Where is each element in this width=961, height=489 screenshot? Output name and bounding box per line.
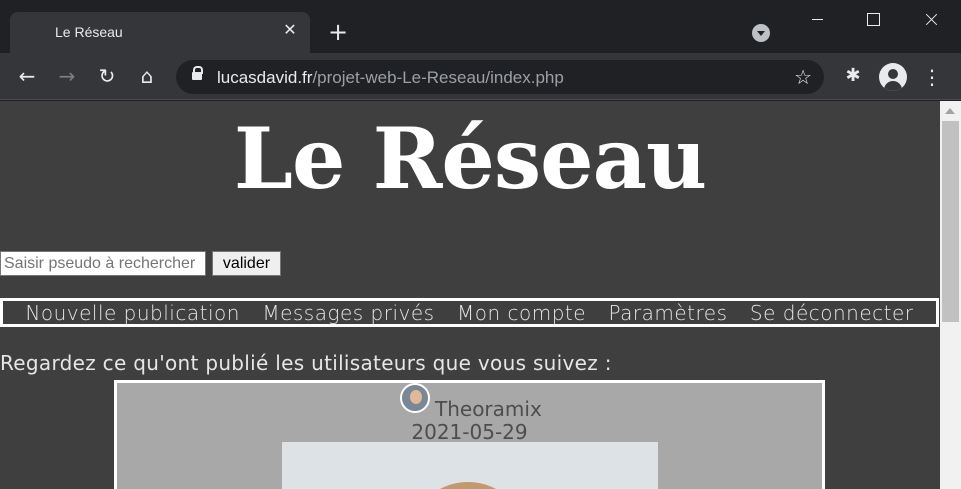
vertical-scrollbar[interactable]: [940, 101, 961, 489]
nav-new-publication[interactable]: Nouvelle publication: [25, 301, 240, 325]
post-date: 2021-05-29: [411, 420, 528, 444]
lock-icon[interactable]: [192, 66, 203, 80]
close-window-button[interactable]: [908, 6, 954, 34]
maximize-button[interactable]: [850, 6, 896, 34]
nav-my-account[interactable]: Mon compte: [457, 301, 586, 325]
feed-intro-text: Regardez ce qu'ont publié les utilisateu…: [0, 351, 612, 375]
scroll-up-arrow-icon[interactable]: [945, 108, 955, 114]
address-bar[interactable]: lucasdavid.fr/projet-web-Le-Reseau/index…: [176, 60, 824, 94]
tab-search-icon[interactable]: [752, 24, 770, 42]
new-tab-button[interactable]: +: [324, 18, 352, 46]
post-card: Theoramix 2021-05-29: [114, 380, 825, 489]
post-image: [282, 442, 658, 489]
url-host: lucasdavid.fr: [217, 68, 313, 87]
post-author[interactable]: Theoramix: [435, 397, 542, 421]
author-avatar[interactable]: [400, 383, 430, 413]
main-nav: Nouvelle publication Messages privés Mon…: [0, 298, 939, 327]
search-submit-button[interactable]: valider: [212, 251, 281, 276]
kebab-menu-icon[interactable]: ⋮: [922, 64, 942, 90]
home-icon[interactable]: ⌂: [134, 63, 160, 89]
forward-arrow-icon[interactable]: →: [54, 63, 80, 89]
profile-avatar-icon[interactable]: [879, 63, 907, 91]
page-content: Le Réseau valider Nouvelle publication M…: [0, 101, 940, 489]
nav-logout[interactable]: Se déconnecter: [750, 301, 914, 325]
nav-private-messages[interactable]: Messages privés: [262, 301, 434, 325]
scroll-thumb[interactable]: [942, 121, 959, 322]
tab-title: Le Réseau: [55, 24, 123, 40]
minimize-button[interactable]: [795, 6, 841, 34]
bookmark-star-icon[interactable]: ☆: [794, 65, 812, 89]
reload-icon[interactable]: ↻: [94, 63, 120, 89]
site-title: Le Réseau: [233, 109, 707, 208]
nav-settings[interactable]: Paramètres: [608, 301, 727, 325]
extensions-puzzle-icon[interactable]: ✱: [840, 63, 866, 89]
title-bar: Le Réseau ✕ +: [0, 0, 961, 53]
back-arrow-icon[interactable]: ←: [14, 63, 40, 89]
browser-toolbar: ← → ↻ ⌂ lucasdavid.fr/projet-web-Le-Rese…: [0, 53, 961, 100]
pseudo-search-input[interactable]: [0, 251, 206, 276]
url-text[interactable]: lucasdavid.fr/projet-web-Le-Reseau/index…: [217, 68, 564, 88]
url-path: /projet-web-Le-Reseau/index.php: [312, 68, 564, 87]
tab-close-icon[interactable]: ✕: [282, 21, 298, 41]
browser-tab[interactable]: Le Réseau ✕: [10, 12, 310, 53]
